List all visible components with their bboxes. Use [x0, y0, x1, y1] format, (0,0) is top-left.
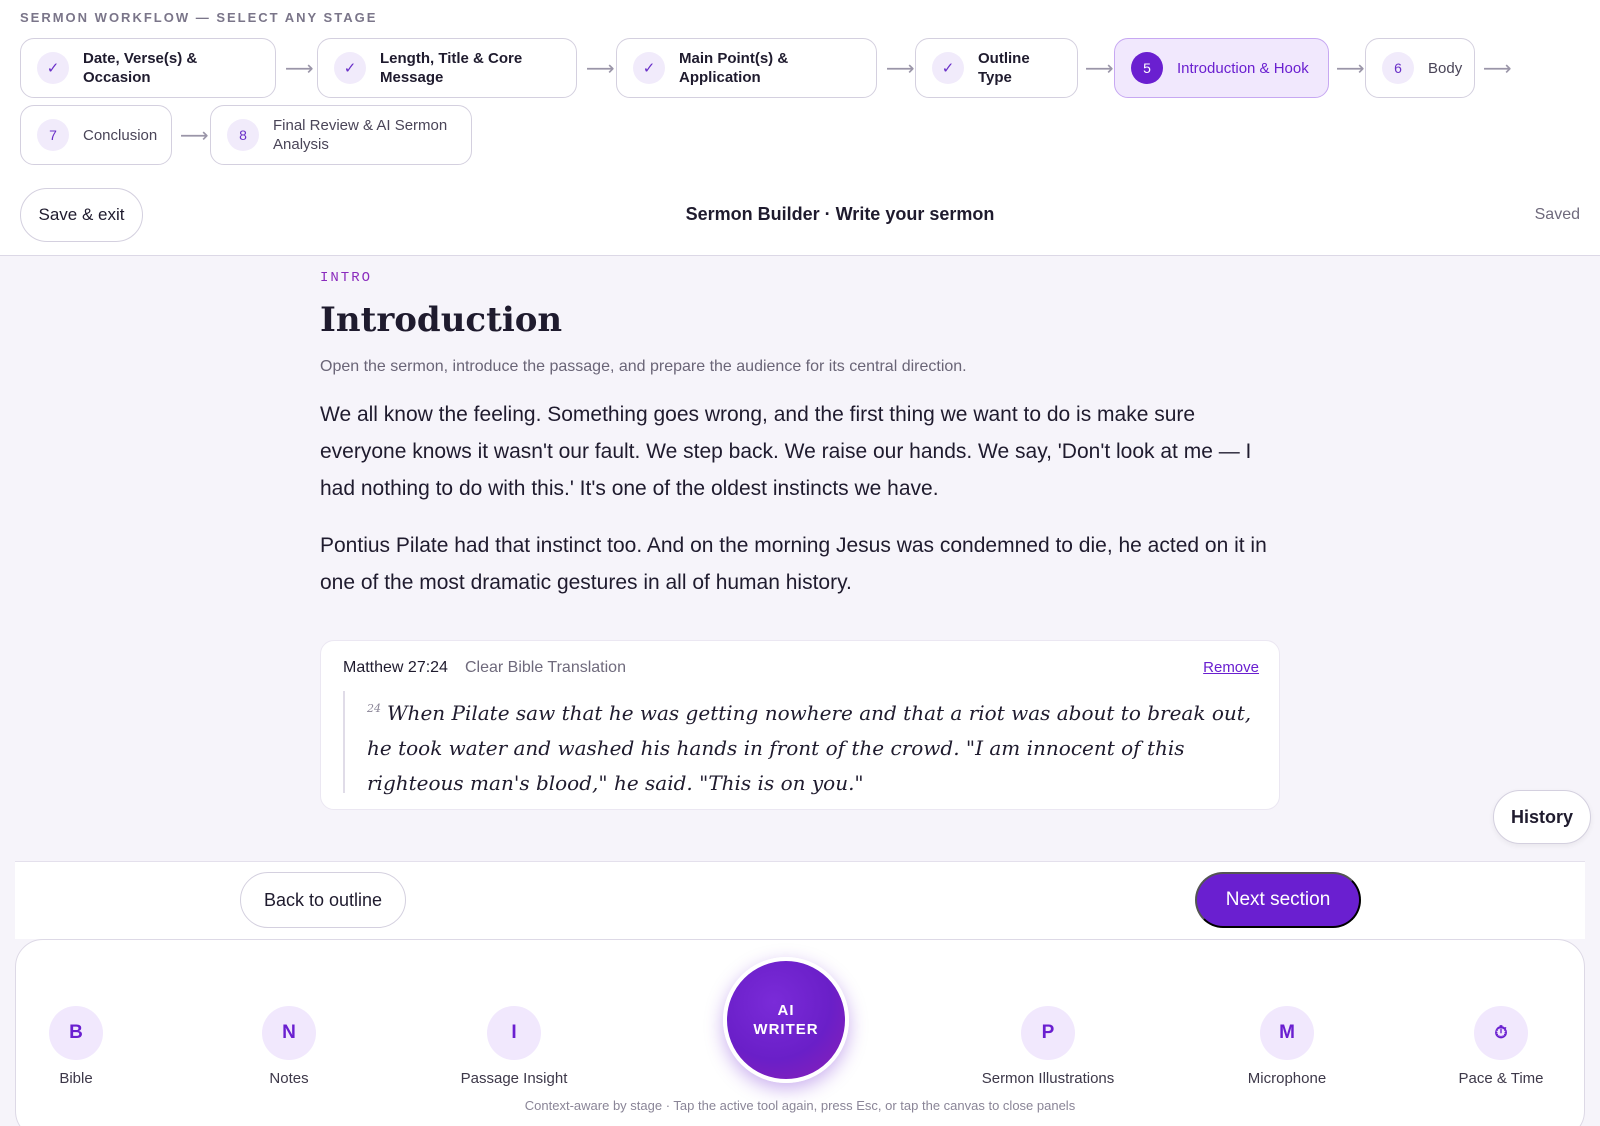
tool-bible[interactable]: B Bible — [0, 1006, 156, 1087]
step-label: Length, Title & Core Message — [380, 50, 523, 86]
workflow-header: SERMON WORKFLOW — SELECT ANY STAGE ✓ Dat… — [0, 0, 1600, 256]
step-length-title[interactable]: ✓ Length, Title & Core Message — [317, 38, 577, 98]
step-label: Date, Verse(s) & Occasion — [83, 50, 198, 86]
tool-label: Pace & Time — [1458, 1070, 1544, 1087]
step-label: Final Review & AI Sermon Analysis — [273, 117, 448, 153]
verse-number: 24 — [367, 702, 381, 715]
tool-label: Passage Insight — [460, 1070, 568, 1087]
check-icon: ✓ — [633, 52, 665, 84]
arrow-icon: ⟶ — [285, 58, 314, 80]
scripture-quote: 24 When Pilate saw that he was getting no… — [343, 691, 1257, 795]
workflow-label: SERMON WORKFLOW — SELECT ANY STAGE — [20, 10, 378, 25]
step-introduction-hook[interactable]: 5 Introduction & Hook — [1114, 38, 1329, 98]
step-final-review[interactable]: 8 Final Review & AI Sermon Analysis — [210, 105, 472, 165]
builder-topbar: Save & exit Sermon Builder · Write your … — [0, 188, 1600, 244]
step-conclusion[interactable]: 7 Conclusion — [20, 105, 172, 165]
editor-canvas[interactable]: INTRO Introduction Open the sermon, intr… — [320, 270, 1280, 601]
save-exit-button[interactable]: Save & exit — [20, 188, 143, 242]
tool-sermon-illustrations[interactable]: P Sermon Illustrations — [968, 1006, 1128, 1087]
ai-writer-label: AI — [777, 1002, 795, 1019]
tool-label: Bible — [59, 1070, 93, 1087]
tool-label: Notes — [269, 1070, 309, 1087]
scripture-translation: Clear Bible Translation — [465, 659, 626, 676]
tool-pace-time[interactable]: ⏱ Pace & Time — [1421, 1006, 1581, 1087]
history-button[interactable]: History — [1493, 790, 1591, 844]
sermon-paragraph[interactable]: Pontius Pilate had that instinct too. An… — [320, 527, 1280, 601]
notes-icon: N — [262, 1006, 316, 1060]
step-label: Introduction & Hook — [1177, 59, 1309, 77]
section-description: Open the sermon, introduce the passage, … — [320, 358, 967, 375]
section-navigation: Back to outline Next section — [15, 861, 1585, 939]
tool-notes[interactable]: N Notes — [209, 1006, 369, 1087]
illustrations-icon: P — [1021, 1006, 1075, 1060]
microphone-icon: M — [1260, 1006, 1314, 1060]
step-label: Body — [1428, 59, 1463, 77]
insight-icon: I — [487, 1006, 541, 1060]
arrow-icon: ⟶ — [1483, 58, 1512, 80]
sermon-paragraph[interactable]: We all know the feeling. Something goes … — [320, 396, 1280, 507]
step-number: 7 — [37, 119, 69, 151]
step-main-points[interactable]: ✓ Main Point(s) & Application — [616, 38, 877, 98]
check-icon: ✓ — [932, 52, 964, 84]
page-title: Sermon Builder · Write your sermon — [685, 204, 995, 224]
tool-label: Microphone — [1247, 1070, 1327, 1087]
step-number: 5 — [1131, 52, 1163, 84]
next-section-button[interactable]: Next section — [1195, 872, 1361, 928]
section-title: Introduction — [320, 300, 563, 340]
stopwatch-icon: ⏱ — [1474, 1006, 1528, 1060]
step-outline-type[interactable]: ✓ Outline Type — [915, 38, 1078, 98]
tool-tray-hint: Context-aware by stage · Tap the active … — [524, 1098, 1076, 1113]
ai-writer-label: WRITER — [753, 1021, 819, 1038]
arrow-icon: ⟶ — [1336, 58, 1365, 80]
ai-writer-button[interactable]: AI WRITER — [723, 957, 849, 1083]
tool-microphone[interactable]: M Microphone — [1207, 1006, 1367, 1087]
step-label: Conclusion — [83, 126, 158, 144]
step-label: Outline Type — [978, 50, 1030, 86]
arrow-icon: ⟶ — [1085, 58, 1114, 80]
step-date-verses[interactable]: ✓ Date, Verse(s) & Occasion — [20, 38, 276, 98]
check-icon: ✓ — [37, 52, 69, 84]
step-number: 6 — [1382, 52, 1414, 84]
verse-text: When Pilate saw that he was getting nowh… — [367, 701, 1252, 795]
section-tag: INTRO — [320, 270, 373, 286]
save-status: Saved — [1534, 206, 1580, 223]
arrow-icon: ⟶ — [586, 58, 615, 80]
step-label: Main Point(s) & Application — [679, 50, 789, 86]
tool-passage-insight[interactable]: I Passage Insight — [434, 1006, 594, 1087]
arrow-icon: ⟶ — [180, 125, 209, 147]
remove-scripture-link[interactable]: Remove — [1203, 659, 1259, 676]
step-number: 8 — [227, 119, 259, 151]
check-icon: ✓ — [334, 52, 366, 84]
back-to-outline-button[interactable]: Back to outline — [240, 872, 406, 928]
scripture-reference: Matthew 27:24 — [343, 659, 448, 676]
scripture-card: Matthew 27:24 Clear Bible Translation Re… — [320, 640, 1280, 810]
arrow-icon: ⟶ — [886, 58, 915, 80]
bible-icon: B — [49, 1006, 103, 1060]
tool-label: Sermon Illustrations — [981, 1070, 1115, 1087]
step-body[interactable]: 6 Body — [1365, 38, 1475, 98]
tool-tray: B Bible N Notes I Passage Insight AI WRI… — [15, 939, 1585, 1126]
